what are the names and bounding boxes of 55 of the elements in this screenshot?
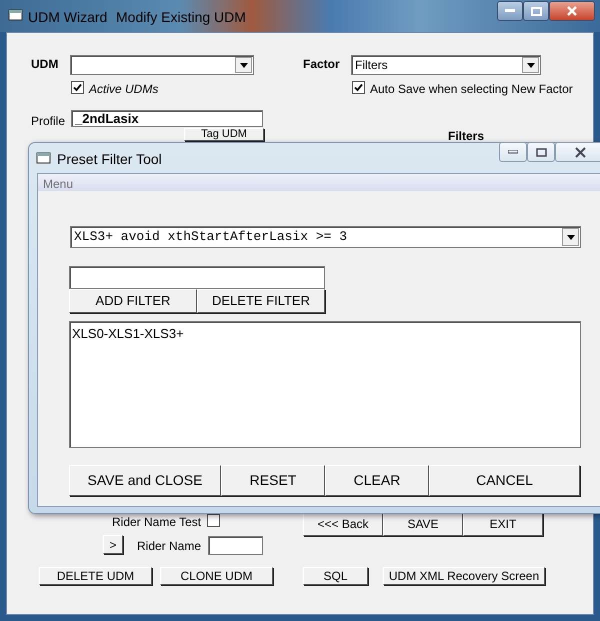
dropdown[interactable]: XLS3+ avoid xthStartAfterLasix >= 3 <box>70 226 581 248</box>
window-icon <box>36 151 52 165</box>
dropdown-arrow-icon <box>526 62 534 68</box>
maximize-button[interactable] <box>527 142 555 162</box>
checkbox[interactable] <box>207 514 220 527</box>
field-label: UDM <box>31 56 58 73</box>
close-icon <box>574 146 586 158</box>
button[interactable]: CLONE UDM <box>160 567 273 585</box>
button[interactable]: CLEAR <box>325 465 429 496</box>
close-button[interactable] <box>555 142 600 162</box>
minimize-button[interactable] <box>499 142 527 162</box>
dropdown[interactable]: Filters <box>351 55 541 75</box>
button[interactable]: RESET <box>221 465 325 496</box>
field-label: Factor <box>303 56 340 73</box>
button[interactable]: SAVE and CLOSE <box>69 465 221 496</box>
button[interactable]: DELETE UDM <box>39 567 152 585</box>
button[interactable]: <<< Back <box>303 512 383 536</box>
window-subtitle: Modify Existing UDM <box>116 8 246 27</box>
field-label: Rider Name <box>137 538 202 555</box>
list-box[interactable]: XLS0-XLS1-XLS3+ <box>69 321 581 448</box>
button[interactable]: ADD FILTER <box>69 289 197 313</box>
checkbox-label: Active UDMs <box>89 81 158 98</box>
maximize-button[interactable] <box>523 1 549 21</box>
window-icon <box>8 8 24 22</box>
minimize-icon <box>505 9 515 13</box>
checkbox[interactable] <box>71 81 84 94</box>
button[interactable]: SQL <box>303 567 368 585</box>
dropdown-arrow-icon <box>240 62 248 68</box>
restore-icon <box>536 148 546 156</box>
minimize-button[interactable] <box>497 1 523 21</box>
close-button[interactable] <box>549 1 595 21</box>
minimize-icon <box>508 150 518 154</box>
button[interactable]: > <box>103 535 123 554</box>
text-field[interactable] <box>69 266 325 289</box>
button[interactable]: EXIT <box>463 512 543 536</box>
button[interactable]: DELETE FILTER <box>197 289 325 313</box>
section-label: Filters <box>448 128 484 145</box>
list-item[interactable]: XLS0-XLS1-XLS3+ <box>72 324 184 344</box>
button[interactable]: Tag UDM <box>184 128 264 141</box>
button[interactable]: UDM XML Recovery Screen <box>383 567 545 585</box>
field-label: Profile <box>31 113 66 130</box>
close-icon <box>567 6 577 16</box>
text-field[interactable] <box>208 536 263 555</box>
dropdown[interactable] <box>70 55 254 75</box>
dialog-title: Preset Filter Tool <box>57 150 162 169</box>
maximize-icon <box>530 6 542 16</box>
text-field[interactable]: _2ndLasix <box>71 110 263 127</box>
menu-item[interactable]: Menu <box>43 175 74 193</box>
window-title: UDM Wizard <box>28 8 108 27</box>
button[interactable]: SAVE <box>383 512 463 536</box>
checkbox[interactable] <box>352 81 365 94</box>
dropdown-arrow-icon <box>566 234 574 240</box>
checkbox-label: Auto Save when selecting New Factor <box>370 81 573 98</box>
button[interactable]: CANCEL <box>429 465 580 496</box>
checkbox-label: Rider Name Test <box>112 514 202 531</box>
